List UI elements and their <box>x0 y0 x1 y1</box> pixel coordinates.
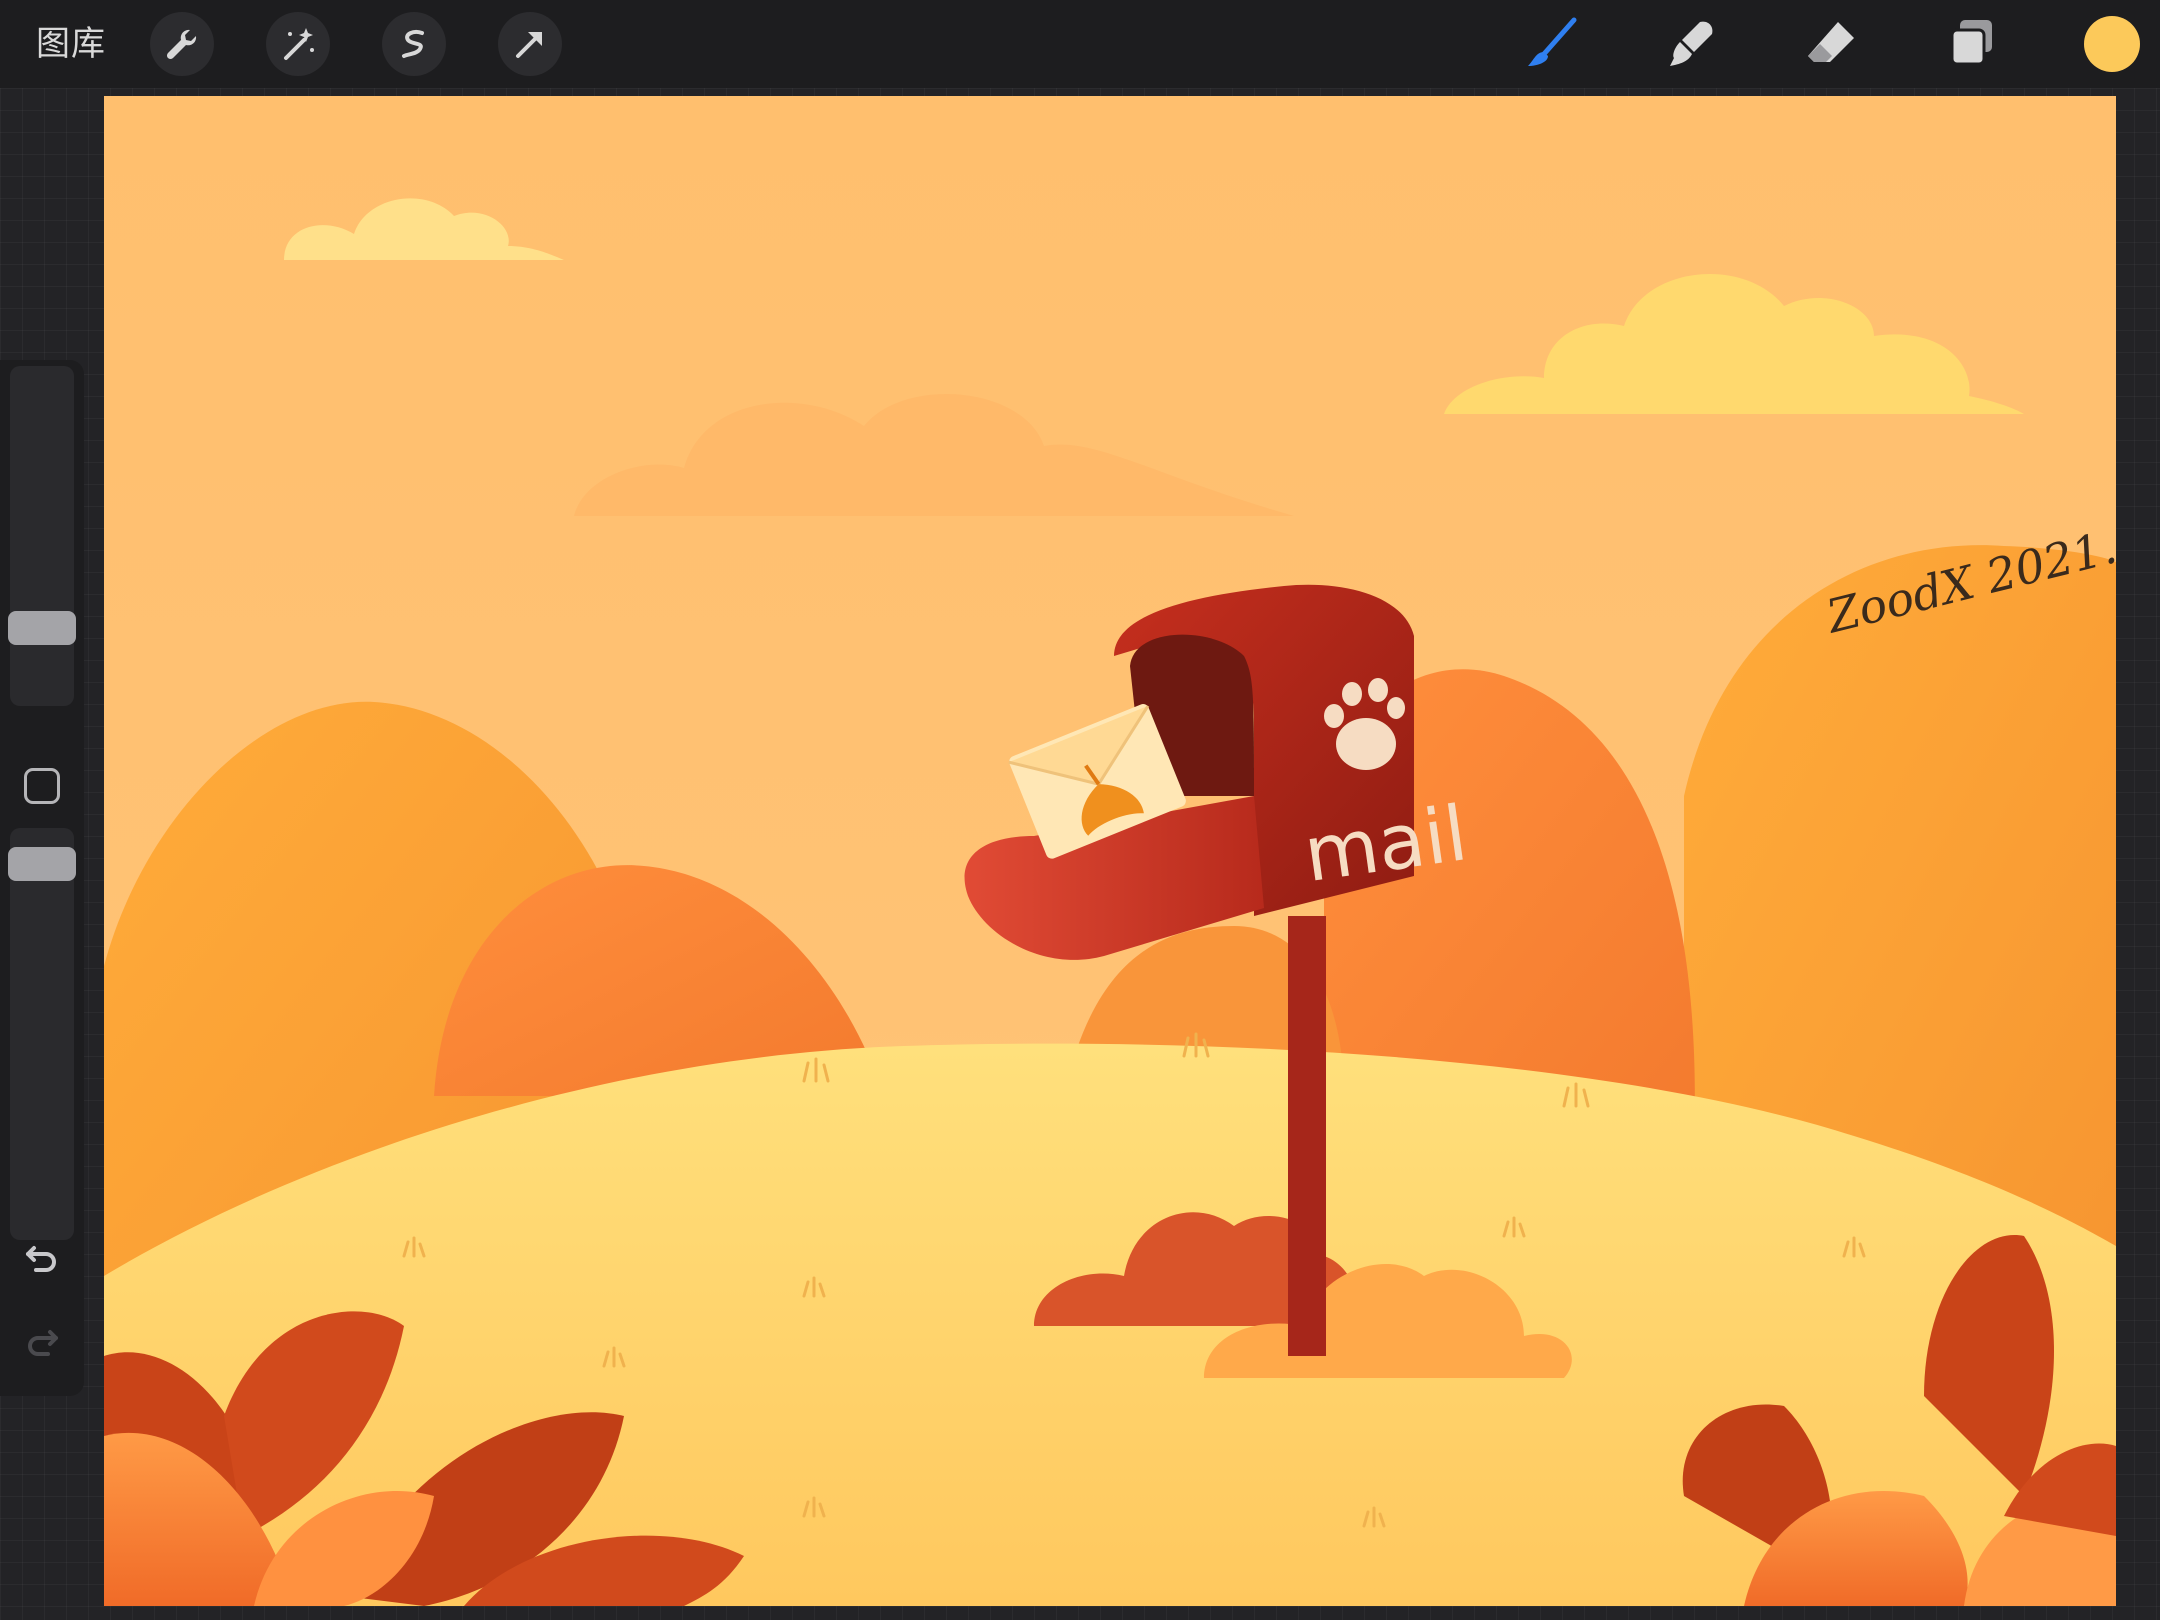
modify-button[interactable] <box>24 768 60 804</box>
eraser-icon <box>1808 22 1854 62</box>
color-picker-swatch[interactable] <box>2084 16 2140 72</box>
layers-icon <box>1950 20 1992 66</box>
brush-size-thumb[interactable] <box>8 611 76 645</box>
magic-wand-icon <box>284 28 314 60</box>
undo-icon[interactable] <box>22 1238 62 1278</box>
eraser-tool-button[interactable] <box>1796 12 1868 76</box>
brush-size-slider[interactable] <box>8 366 76 706</box>
brush-icon <box>1528 17 1577 66</box>
left-sidebar <box>0 360 84 1396</box>
opacity-slider[interactable] <box>8 828 76 1240</box>
redo-icon[interactable] <box>22 1322 62 1362</box>
brush-tool-button[interactable] <box>1516 12 1588 76</box>
transform-button[interactable] <box>498 12 562 76</box>
actions-wrench-button[interactable] <box>150 12 214 76</box>
move-arrow-icon <box>516 32 542 58</box>
smudge-tool-button[interactable] <box>1654 12 1726 76</box>
opacity-thumb[interactable] <box>8 847 76 881</box>
artwork: mail ZoodX 2021.11.12 <box>104 96 2116 1606</box>
layers-button[interactable] <box>1936 12 2008 76</box>
mailbox-post <box>1288 916 1326 1356</box>
wrench-icon <box>166 29 197 60</box>
top-toolbar: 图库 <box>0 0 2160 88</box>
gallery-button[interactable]: 图库 <box>36 20 106 68</box>
adjustments-wand-button[interactable] <box>266 12 330 76</box>
drawing-canvas[interactable]: mail ZoodX 2021.11.12 <box>104 96 2116 1606</box>
smudge-icon <box>1670 21 1713 66</box>
selection-button[interactable] <box>382 12 446 76</box>
selection-icon <box>402 29 424 58</box>
